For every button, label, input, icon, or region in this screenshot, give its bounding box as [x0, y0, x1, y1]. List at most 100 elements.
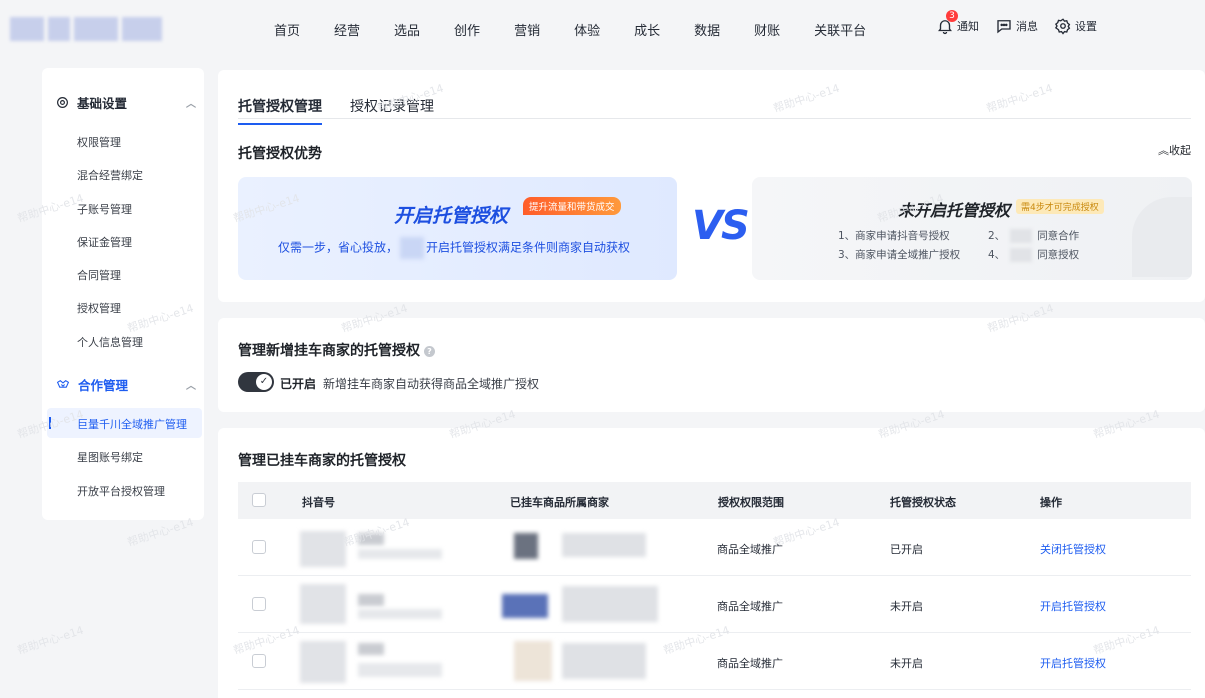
sidebar-group-label: 基础设置 — [77, 96, 128, 111]
sidebar-item-permissions[interactable]: 权限管理 — [77, 134, 121, 150]
promo-enabled-tag: 提升流量和带货成交 — [523, 197, 621, 215]
message-label: 消息 — [1016, 20, 1038, 33]
merchant-logo — [502, 594, 548, 618]
sidebar-group-basic-settings[interactable]: 基础设置 ︿ — [56, 93, 196, 112]
sidebar-item-deposit[interactable]: 保证金管理 — [77, 234, 132, 250]
row-checkbox[interactable] — [252, 654, 266, 668]
notify-label: 通知 — [957, 20, 979, 33]
settings-label: 设置 — [1075, 20, 1097, 33]
row-checkbox[interactable] — [252, 540, 266, 554]
sidebar-item-qianchuan[interactable]: 巨量千川全域推广管理 — [77, 416, 187, 432]
scope-cell: 商品全域推广 — [717, 600, 783, 613]
tab-custody-management[interactable]: 托管授权管理 — [238, 96, 322, 125]
column-status: 托管授权状态 — [890, 496, 956, 509]
top-right-actions: 3 通知 消息 设置 — [936, 10, 1097, 35]
redacted-text — [358, 549, 442, 559]
sidebar-group-cooperation[interactable]: 合作管理 ︿ — [56, 375, 196, 394]
notify-button[interactable]: 3 通知 — [936, 10, 979, 35]
nav-creation[interactable]: 创作 — [454, 20, 480, 39]
watermark: 帮助中心-e14 — [15, 623, 86, 658]
handshake-icon — [56, 380, 70, 388]
nav-selection[interactable]: 选品 — [394, 20, 420, 39]
nav-finance[interactable]: 财账 — [754, 20, 780, 39]
new-merchant-title: 管理新增挂车商家的托管授权? — [238, 340, 435, 360]
nav-marketing[interactable]: 营销 — [514, 20, 540, 39]
sidebar-item-xingtu-binding[interactable]: 星图账号绑定 — [77, 449, 143, 465]
auto-authorize-toggle[interactable]: ✓ — [238, 372, 274, 392]
advantage-title: 托管授权优势 — [238, 146, 322, 162]
table-header: 抖音号 已挂车商品所属商家 授权权限范围 托管授权状态 操作 — [238, 482, 1191, 519]
status-cell: 未开启 — [890, 600, 923, 613]
collapse-label: 收起 — [1169, 144, 1191, 157]
status-cell: 已开启 — [890, 543, 923, 556]
step-2-suffix: 同意合作 — [1037, 230, 1080, 242]
disable-custody-link[interactable]: 关闭托管授权 — [1040, 541, 1106, 557]
redacted-text — [1010, 248, 1033, 262]
settings-button[interactable]: 设置 — [1054, 17, 1097, 35]
redacted-text — [562, 643, 646, 679]
promo-desc-prefix: 仅需一步，省心投放， — [278, 240, 399, 255]
avatar — [300, 641, 346, 683]
top-bar: 首页 经营 选品 创作 营销 体验 成长 数据 财账 关联平台 3 通知 消息 … — [0, 0, 1205, 58]
sidebar-group-label: 合作管理 — [78, 378, 129, 393]
nav-linked-platform[interactable]: 关联平台 — [814, 20, 866, 39]
sidebar-item-contracts[interactable]: 合同管理 — [77, 267, 121, 283]
gear-icon — [1054, 18, 1071, 35]
promo-disabled-tag: 需4步才可完成授权 — [1016, 199, 1104, 214]
toggle-description: 新增挂车商家自动获得商品全域推广授权 — [323, 377, 540, 391]
enable-custody-link[interactable]: 开启托管授权 — [1040, 598, 1106, 614]
message-button[interactable]: 消息 — [995, 17, 1038, 35]
merchant-logo — [514, 641, 552, 681]
row-checkbox[interactable] — [252, 597, 266, 611]
step-4-prefix: 4、 — [988, 249, 1006, 261]
select-all-checkbox[interactable] — [252, 493, 266, 507]
column-scope: 授权权限范围 — [718, 496, 784, 509]
promo-enabled-panel: 开启托管授权 提升流量和带货成交 仅需一步，省心投放， 开启托管授权满足条件则商家… — [238, 177, 677, 280]
help-icon[interactable]: ? — [424, 345, 435, 357]
sidebar-item-authorization[interactable]: 授权管理 — [77, 300, 121, 316]
avatar — [300, 531, 346, 567]
sidebar-item-open-platform[interactable]: 开放平台授权管理 — [77, 483, 165, 499]
message-icon — [997, 20, 1011, 34]
nav-data[interactable]: 数据 — [694, 20, 720, 39]
redacted-text — [358, 643, 384, 655]
step-2: 2、 同意合作 — [988, 228, 1079, 243]
existing-merchant-title: 管理已挂车商家的托管授权 — [238, 453, 406, 469]
nav-growth[interactable]: 成长 — [634, 20, 660, 39]
decorative-shape — [1132, 197, 1192, 277]
new-merchant-card — [218, 318, 1205, 412]
column-merchant: 已挂车商品所属商家 — [510, 496, 609, 509]
column-douyin-id: 抖音号 — [302, 496, 335, 509]
status-cell: 未开启 — [890, 657, 923, 670]
redacted-text — [358, 594, 384, 606]
scope-cell: 商品全域推广 — [717, 657, 783, 670]
sidebar-item-personal-info[interactable]: 个人信息管理 — [77, 334, 143, 350]
check-icon: ✓ — [256, 374, 272, 390]
top-nav: 首页 经营 选品 创作 营销 体验 成长 数据 财账 关联平台 — [274, 20, 900, 39]
notify-badge: 3 — [946, 10, 958, 22]
nav-home[interactable]: 首页 — [274, 20, 300, 39]
merchant-logo — [514, 533, 538, 559]
promo-enabled-desc: 仅需一步，省心投放， 开启托管授权满足条件则商家自动获权 — [278, 237, 630, 259]
redacted-text — [1010, 229, 1033, 243]
sidebar: 基础设置 ︿ 权限管理 混合经营绑定 子账号管理 保证金管理 合同管理 授权管理… — [42, 68, 204, 520]
logo[interactable] — [10, 17, 168, 41]
promo-enabled-title: 开启托管授权 — [394, 205, 509, 227]
collapse-button[interactable]: ︽收起 — [1158, 142, 1191, 158]
step-4-suffix: 同意授权 — [1037, 249, 1080, 261]
promo-disabled-panel: 未开启托管授权 需4步才可完成授权 1、商家申请抖音号授权 2、 同意合作 3、商… — [752, 177, 1192, 280]
double-chevron-up-icon: ︽ — [1158, 144, 1169, 157]
step-4: 4、 同意授权 — [988, 247, 1079, 262]
redacted-text — [562, 586, 658, 622]
step-2-prefix: 2、 — [988, 230, 1006, 242]
step-1: 1、商家申请抖音号授权 — [838, 230, 950, 242]
redacted-text — [358, 663, 442, 677]
column-actions: 操作 — [1040, 496, 1062, 509]
promo-desc-suffix: 开启托管授权满足条件则商家自动获权 — [426, 240, 631, 255]
avatar — [300, 584, 346, 624]
nav-operation[interactable]: 经营 — [334, 20, 360, 39]
nav-experience[interactable]: 体验 — [574, 20, 600, 39]
vs-label: VS — [692, 203, 750, 249]
step-3: 3、商家申请全域推广授权 — [838, 249, 961, 261]
sidebar-item-mixed-binding[interactable]: 混合经营绑定 — [77, 167, 143, 183]
